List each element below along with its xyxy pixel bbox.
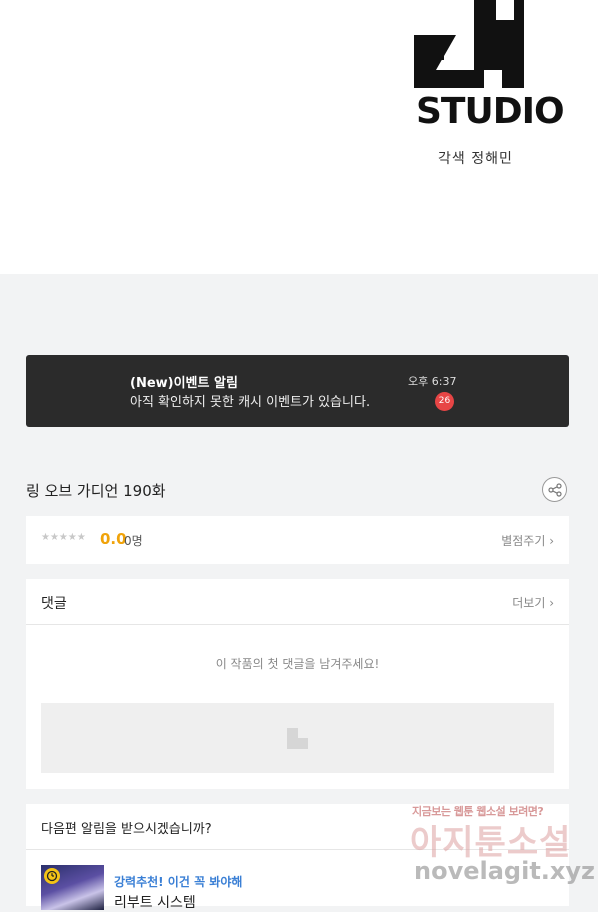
studio-logo: STUDIO 각색 정해민	[408, 0, 565, 170]
episode-title: 링 오브 가디언 190화	[26, 482, 166, 500]
comments-more-button[interactable]: 더보기 ›	[512, 594, 554, 611]
comments-header: 댓글 더보기 ›	[26, 579, 569, 625]
next-episode-alert-section: 다음편 알림을 받으시겠습니까? 강력추천! 이건 꼭 봐야해 리부트 시스템	[26, 804, 569, 911]
rating-card: ★★★★★ 0.0 0명 별점주기 ›	[26, 516, 569, 564]
next-alert-question: 다음편 알림을 받으시겠습니까?	[41, 822, 212, 837]
rating-score: 0.0	[100, 530, 127, 548]
comments-section: 댓글 더보기 › 이 작품의 첫 댓글을 남겨주세요!	[26, 579, 569, 789]
notification-message: 아직 확인하지 못한 캐시 이벤트가 있습니다.	[130, 395, 371, 410]
comments-empty-message: 이 작품의 첫 댓글을 남겨주세요!	[215, 657, 380, 671]
studio-name: STUDIO	[416, 91, 565, 132]
clock-icon	[44, 868, 60, 884]
event-notification[interactable]: (New)이벤트 알림 아직 확인하지 못한 캐시 이벤트가 있습니다. 오후 …	[26, 355, 569, 427]
notification-badge: 26	[435, 392, 454, 411]
adaptation-credit: 각색 정해민	[438, 151, 513, 167]
recommend-title[interactable]: 리부트 시스템	[114, 892, 196, 912]
rating-people-count: 0명	[124, 534, 143, 548]
share-button[interactable]	[542, 477, 567, 502]
webtoon-image-area: STUDIO 각색 정해민	[0, 0, 598, 274]
notification-time: 오후 6:37	[408, 375, 457, 388]
share-icon	[548, 483, 562, 497]
recommend-thumbnail[interactable]	[41, 865, 104, 910]
ad-placeholder[interactable]	[41, 703, 554, 773]
star-rating-icons: ★★★★★	[41, 532, 86, 543]
comments-title: 댓글	[41, 596, 67, 612]
rate-button[interactable]: 별점주기 ›	[501, 532, 554, 549]
next-alert-header: 다음편 알림을 받으시겠습니까?	[26, 804, 569, 850]
image-placeholder-icon	[287, 728, 308, 749]
notification-title: (New)이벤트 알림	[130, 376, 238, 391]
recommend-tag: 강력추천! 이건 꼭 봐야해	[114, 875, 243, 889]
studio-mark-icon	[414, 0, 524, 88]
